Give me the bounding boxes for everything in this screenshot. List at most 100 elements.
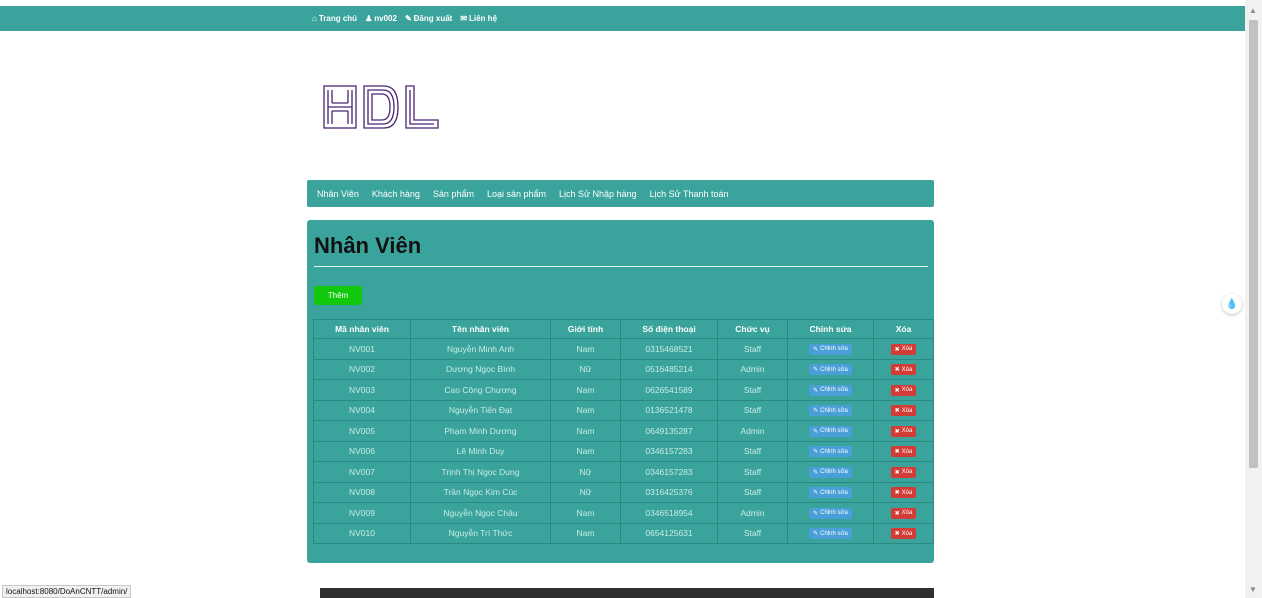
- close-icon: ✖: [894, 408, 900, 415]
- logo: [322, 84, 442, 135]
- nav-loai-san-pham[interactable]: Loại sản phẩm: [487, 189, 546, 199]
- nav-lich-su-nhap-hang[interactable]: Lịch Sử Nhập hàng: [559, 189, 637, 199]
- table-row: NV008 Trần Ngọc Kim Cúc Nữ 0316425376 Staff ✎…: [313, 481, 934, 503]
- table-cell: Trịnh Thị Ngọc Dung: [410, 461, 551, 483]
- user-icon: ♟: [365, 14, 373, 23]
- table-cell: ✎ Chỉnh sửa: [787, 522, 874, 544]
- nav-lich-su-thanh-toan[interactable]: Lịch Sử Thanh toán: [650, 189, 729, 199]
- col-header-chinh-sua: Chỉnh sửa: [787, 319, 874, 339]
- nav-khach-hang[interactable]: Khách hàng: [372, 189, 420, 199]
- topnav-user-link[interactable]: ♟ nv002: [365, 14, 397, 23]
- table-cell: Staff: [717, 440, 788, 462]
- table-cell: Trần Ngọc Kim Cúc: [410, 481, 551, 503]
- edit-button[interactable]: ✎ Chỉnh sửa: [809, 446, 852, 458]
- table-cell: 0654125631: [620, 522, 718, 544]
- table-cell: Nam: [550, 522, 621, 544]
- table-cell: Cao Công Chương: [410, 379, 551, 401]
- delete-button[interactable]: ✖ Xóa: [890, 507, 917, 519]
- edit-button[interactable]: ✎ Chỉnh sửa: [809, 487, 852, 499]
- edit-icon: ✎: [813, 408, 819, 415]
- edit-icon: ✎: [813, 346, 819, 353]
- edit-button[interactable]: ✎ Chỉnh sửa: [809, 425, 852, 437]
- table-cell: ✎ Chỉnh sửa: [787, 379, 874, 401]
- edit-button[interactable]: ✎ Chỉnh sửa: [809, 507, 852, 519]
- table-cell: Nam: [550, 399, 621, 421]
- edit-icon: ✎: [813, 449, 819, 456]
- edit-icon: ✎: [813, 531, 819, 538]
- table-cell: NV008: [313, 481, 411, 503]
- edit-button[interactable]: ✎ Chỉnh sửa: [809, 466, 852, 478]
- table-cell: Nữ: [550, 358, 621, 380]
- table-cell: Nam: [550, 379, 621, 401]
- table-cell: ✖ Xóa: [873, 481, 934, 503]
- table-cell: Staff: [717, 522, 788, 544]
- add-staff-button[interactable]: Thêm: [314, 286, 362, 305]
- edit-button[interactable]: ✎ Chỉnh sửa: [809, 364, 852, 376]
- table-cell: NV010: [313, 522, 411, 544]
- edit-button[interactable]: ✎ Chỉnh sửa: [809, 528, 852, 540]
- table-cell: Admin: [717, 502, 788, 524]
- topnav-home-link[interactable]: ⌂ Trang chủ: [312, 14, 357, 23]
- table-cell: ✖ Xóa: [873, 399, 934, 421]
- floating-droplet-button[interactable]: 💧: [1222, 294, 1242, 314]
- close-icon: ✖: [894, 387, 900, 394]
- status-url: localhost:8080/DoAnCNTT/admin/: [2, 585, 132, 598]
- edit-button[interactable]: ✎ Chỉnh sửa: [809, 384, 852, 396]
- topnav-contact-link[interactable]: ✉ Liên hệ: [460, 14, 497, 23]
- table-row: NV009 Nguyễn Ngọc Châu Nam 0346518954 Admin ✎…: [313, 502, 934, 524]
- table-cell: 0315468521: [620, 338, 718, 360]
- col-header-xoa: Xóa: [873, 319, 934, 339]
- table-cell: 0136521478: [620, 399, 718, 421]
- edit-icon: ✎: [813, 490, 819, 497]
- close-icon: ✖: [894, 490, 900, 497]
- delete-button[interactable]: ✖ Xóa: [890, 528, 917, 540]
- table-cell: Nam: [550, 502, 621, 524]
- table-cell: ✎ Chỉnh sửa: [787, 481, 874, 503]
- table-cell: NV004: [313, 399, 411, 421]
- table-cell: Nữ: [550, 481, 621, 503]
- table-cell: ✎ Chỉnh sửa: [787, 461, 874, 483]
- nav-nhan-vien[interactable]: Nhân Viên: [317, 189, 359, 199]
- home-icon: ⌂: [312, 14, 317, 23]
- table-cell: Nam: [550, 420, 621, 442]
- col-header-ma-nhan-vien: Mã nhân viên: [313, 319, 411, 339]
- table-cell: Lê Minh Duy: [410, 440, 551, 462]
- edit-icon: ✎: [813, 387, 819, 394]
- edit-icon: ✎: [813, 469, 819, 476]
- delete-button[interactable]: ✖ Xóa: [890, 384, 917, 396]
- vertical-scrollbar[interactable]: ▲ ▼: [1245, 0, 1262, 598]
- delete-button[interactable]: ✖ Xóa: [890, 364, 917, 376]
- table-cell: Nữ: [550, 461, 621, 483]
- table-cell: 0346518954: [620, 502, 718, 524]
- delete-button[interactable]: ✖ Xóa: [890, 405, 917, 417]
- table-cell: Nguyễn Minh Anh: [410, 338, 551, 360]
- nav-san-pham[interactable]: Sản phẩm: [433, 189, 474, 199]
- delete-button[interactable]: ✖ Xóa: [890, 343, 917, 355]
- scrollbar-thumb[interactable]: [1249, 20, 1258, 468]
- table-cell: ✖ Xóa: [873, 461, 934, 483]
- table-cell: NV009: [313, 502, 411, 524]
- table-cell: Phạm Minh Dương: [410, 420, 551, 442]
- table-cell: 0626541589: [620, 379, 718, 401]
- table-cell: Nam: [550, 338, 621, 360]
- edit-button[interactable]: ✎ Chỉnh sửa: [809, 343, 852, 355]
- table-header-row: Mã nhân viên Tên nhân viên Giới tính Số …: [313, 319, 934, 339]
- delete-button[interactable]: ✖ Xóa: [890, 487, 917, 499]
- table-cell: Admin: [717, 420, 788, 442]
- close-icon: ✖: [894, 469, 900, 476]
- table-row: NV006 Lê Minh Duy Nam 0346157283 Staff ✎ Chỉnh…: [313, 440, 934, 462]
- scroll-down-arrow-icon[interactable]: ▼: [1249, 585, 1257, 594]
- col-header-so-dien-thoai: Số điện thoại: [620, 319, 718, 339]
- delete-button[interactable]: ✖ Xóa: [890, 425, 917, 437]
- delete-button[interactable]: ✖ Xóa: [890, 446, 917, 458]
- table-cell: Staff: [717, 399, 788, 421]
- close-icon: ✖: [894, 346, 900, 353]
- topnav-logout-link[interactable]: ✎ Đăng xuất: [405, 14, 452, 23]
- scroll-up-arrow-icon[interactable]: ▲: [1249, 6, 1257, 15]
- table-cell: NV005: [313, 420, 411, 442]
- delete-button[interactable]: ✖ Xóa: [890, 466, 917, 478]
- edit-button[interactable]: ✎ Chỉnh sửa: [809, 405, 852, 417]
- table-cell: Staff: [717, 481, 788, 503]
- table-cell: ✖ Xóa: [873, 338, 934, 360]
- table-cell: Nguyễn Tiến Đạt: [410, 399, 551, 421]
